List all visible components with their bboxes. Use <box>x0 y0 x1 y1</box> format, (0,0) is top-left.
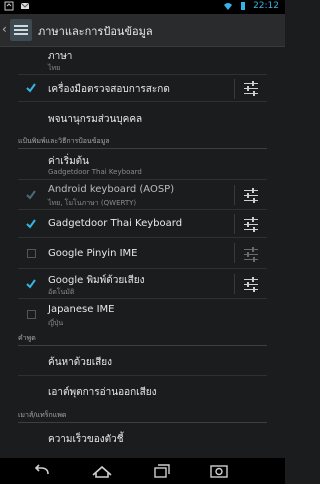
default-keyboard-value: Gadgetdoor Thai Keyboard <box>48 168 142 176</box>
section-header-speech: คำพูด <box>18 333 267 346</box>
ime-item-gadgetdoor[interactable]: Gadgetdoor Thai Keyboard <box>0 210 285 238</box>
usb-icon <box>4 1 14 11</box>
tts-output-item[interactable]: เอาต์พุตการอ่านออกเสียง <box>0 376 285 406</box>
navigation-bar <box>0 458 285 484</box>
ime-label: Android keyboard (AOSP) <box>48 184 175 195</box>
default-keyboard-label: ค่าเริ่มต้น <box>48 156 90 167</box>
spell-checker-checkbox[interactable] <box>26 83 36 93</box>
spell-checker-label: เครื่องมือตรวจสอบการสะกด <box>48 84 170 95</box>
screenshot-icon[interactable] <box>209 463 229 479</box>
ime-sub: ไทย, โมโนภาษา (QWERTY) <box>48 199 137 207</box>
ime-item-japanese[interactable]: Japanese IME ญี่ปุ่น <box>0 299 285 329</box>
default-keyboard-item[interactable]: ค่าเริ่มต้น Gadgetdoor Thai Keyboard <box>0 150 285 180</box>
personal-dictionary-item[interactable]: พจนานุกรมส่วนบุคคล <box>0 102 285 132</box>
ime-label: Gadgetdoor Thai Keyboard <box>48 218 183 229</box>
home-icon[interactable] <box>90 463 114 479</box>
android-keyboard-checkbox <box>26 190 36 200</box>
ime-label: Japanese IME <box>48 304 115 315</box>
voice-search-item[interactable]: ค้นหาด้วยเสียง <box>0 347 285 376</box>
ime-item-android-keyboard[interactable]: Android keyboard (AOSP) ไทย, โมโนภาษา (Q… <box>0 180 285 210</box>
personal-dictionary-label: พจนานุกรมส่วนบุคคล <box>48 114 143 125</box>
section-header-keyboard: แป้นพิมพ์และวิธีการป้อนข้อมูล <box>18 136 267 149</box>
wifi-icon <box>224 3 233 10</box>
ime-label: Google พิมพ์ด้วยเสียง <box>48 275 145 286</box>
pointer-speed-label: ความเร็วของตัวชี้ <box>48 434 124 445</box>
language-label: ภาษา <box>48 51 73 62</box>
ime-label: Google Pinyin IME <box>48 248 138 259</box>
settings-icon[interactable] <box>243 277 259 292</box>
ime-sub: ญี่ปุ่น <box>48 319 64 327</box>
settings-icon[interactable] <box>243 247 259 262</box>
ime-item-google-pinyin[interactable]: Google Pinyin IME <box>0 238 285 269</box>
language-value: ไทย <box>48 64 61 72</box>
settings-icon[interactable] <box>243 188 259 203</box>
clock: 22:12 <box>253 1 279 11</box>
battery-icon <box>241 2 246 10</box>
voice-search-label: ค้นหาด้วยเสียง <box>48 357 112 368</box>
spell-checker-item[interactable]: เครื่องมือตรวจสอบการสะกด <box>0 75 285 102</box>
settings-icon[interactable] <box>243 217 259 232</box>
recent-apps-icon[interactable] <box>152 463 172 479</box>
back-icon[interactable] <box>32 463 52 479</box>
gadgetdoor-checkbox[interactable] <box>26 219 36 229</box>
google-pinyin-checkbox[interactable] <box>27 249 36 258</box>
page-title: ภาษาและการป้อนข้อมูล <box>38 25 153 38</box>
pointer-speed-item[interactable]: ความเร็วของตัวชี้ <box>0 424 285 454</box>
gmail-icon <box>20 2 30 9</box>
language-item[interactable]: ภาษา ไทย <box>0 47 285 75</box>
tts-output-label: เอาต์พุตการอ่านออกเสียง <box>48 387 157 398</box>
ime-item-google-voice-typing[interactable]: Google พิมพ์ด้วยเสียง อัตโนมัติ <box>0 269 285 299</box>
settings-app-icon[interactable] <box>10 19 32 41</box>
google-voice-typing-checkbox[interactable] <box>26 279 36 289</box>
action-bar: ‹ ภาษาและการป้อนข้อมูล <box>0 14 285 47</box>
ime-sub: อัตโนมัติ <box>48 288 75 296</box>
section-header-mouse: เมาส์/แทร็กแพด <box>18 410 267 423</box>
settings-icon[interactable] <box>243 81 259 96</box>
japanese-ime-checkbox[interactable] <box>27 310 36 319</box>
up-caret-icon[interactable]: ‹ <box>2 22 7 36</box>
status-bar: 22:12 <box>0 0 285 14</box>
